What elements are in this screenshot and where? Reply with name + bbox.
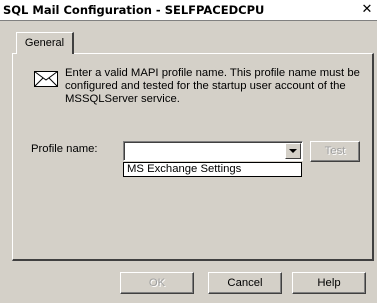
profile-dropdown-list[interactable]: MS Exchange Settings	[123, 162, 302, 177]
envelope-icon	[34, 71, 58, 87]
window-title: SQL Mail Configuration - SELFPACEDCPU	[3, 3, 265, 17]
dropdown-option[interactable]: MS Exchange Settings	[127, 163, 241, 175]
test-button[interactable]: Test	[310, 141, 360, 162]
title-bar[interactable]: SQL Mail Configuration - SELFPACEDCPU ✕	[0, 0, 377, 21]
cancel-button[interactable]: Cancel	[208, 272, 282, 294]
chevron-down-icon[interactable]	[285, 143, 301, 159]
tab-general-label: General	[24, 37, 65, 49]
ok-button[interactable]: OK	[120, 272, 194, 294]
profile-name-label: Profile name:	[31, 143, 98, 155]
info-message: Enter a valid MAPI profile name. This pr…	[65, 67, 360, 105]
profile-name-combobox[interactable]	[123, 141, 303, 161]
help-button[interactable]: Help	[292, 272, 366, 294]
tab-general[interactable]: General	[16, 32, 74, 54]
sql-mail-config-dialog: SQL Mail Configuration - SELFPACEDCPU ✕ …	[0, 0, 377, 303]
close-icon[interactable]: ✕	[359, 2, 375, 18]
